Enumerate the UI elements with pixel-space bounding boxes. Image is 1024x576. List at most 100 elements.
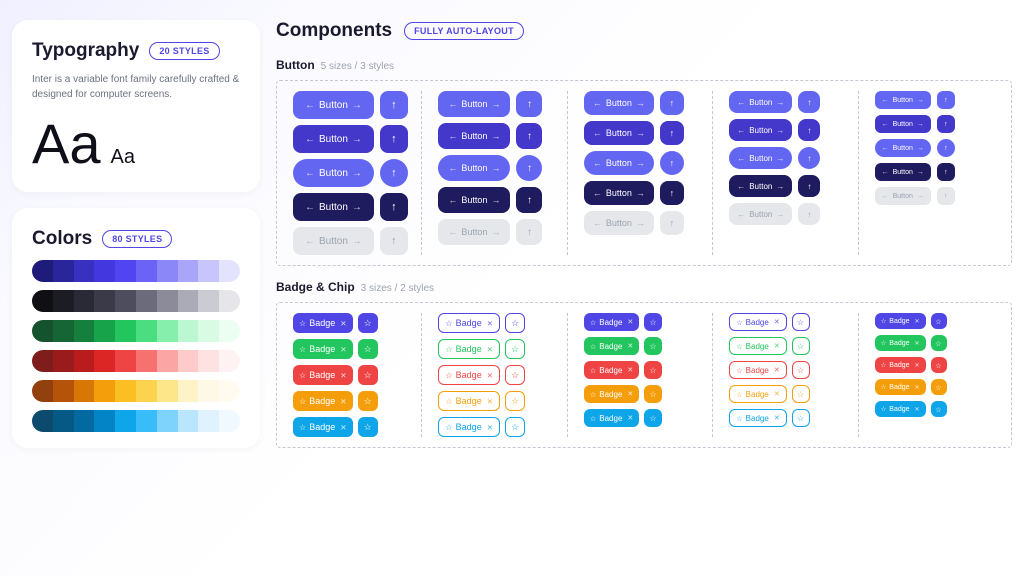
- button-sample[interactable]: ←Button→: [438, 123, 510, 149]
- swatch[interactable]: [157, 350, 178, 372]
- icon-button[interactable]: ↑: [937, 115, 955, 133]
- close-icon[interactable]: ✕: [340, 371, 346, 380]
- badge-chip[interactable]: ☆Badge✕: [729, 409, 786, 427]
- badge-icon[interactable]: ☆: [931, 357, 947, 373]
- button-sample[interactable]: ←Button→: [293, 193, 374, 221]
- badge-icon[interactable]: ☆: [792, 409, 810, 427]
- swatch[interactable]: [157, 410, 178, 432]
- icon-button[interactable]: ↑: [380, 159, 408, 187]
- badge-icon[interactable]: ☆: [644, 337, 662, 355]
- badge-chip[interactable]: ☆Badge✕: [438, 391, 500, 411]
- swatch[interactable]: [136, 410, 157, 432]
- button-sample[interactable]: ←Button→: [438, 91, 510, 117]
- badge-icon[interactable]: ☆: [792, 337, 810, 355]
- badge-icon[interactable]: ☆: [505, 339, 525, 359]
- icon-button[interactable]: ↑: [380, 227, 408, 255]
- button-sample[interactable]: ←Button→: [438, 219, 510, 245]
- badge-icon[interactable]: ☆: [505, 417, 525, 437]
- swatch[interactable]: [219, 380, 240, 402]
- icon-button[interactable]: ↑: [516, 123, 542, 149]
- badge-icon[interactable]: ☆: [358, 313, 378, 333]
- button-sample[interactable]: ←Button→: [729, 91, 792, 113]
- swatch[interactable]: [198, 320, 219, 342]
- close-icon[interactable]: ✕: [487, 423, 493, 432]
- badge-chip[interactable]: ☆Badge✕: [729, 361, 786, 379]
- swatch[interactable]: [32, 410, 53, 432]
- badge-chip[interactable]: ☆Badge✕: [438, 339, 500, 359]
- swatch[interactable]: [53, 410, 74, 432]
- button-sample[interactable]: ←Button→: [729, 203, 792, 225]
- button-sample[interactable]: ←Button→: [875, 91, 931, 109]
- swatch[interactable]: [136, 290, 157, 312]
- close-icon[interactable]: ✕: [774, 390, 780, 398]
- badge-icon[interactable]: ☆: [931, 335, 947, 351]
- badge-chip[interactable]: ☆Badge✕: [729, 337, 786, 355]
- badge-chip[interactable]: ☆Badge✕: [875, 401, 926, 417]
- swatch[interactable]: [94, 410, 115, 432]
- badge-icon[interactable]: ☆: [358, 365, 378, 385]
- button-sample[interactable]: ←Button→: [584, 91, 654, 115]
- swatch[interactable]: [219, 410, 240, 432]
- swatch[interactable]: [157, 260, 178, 282]
- icon-button[interactable]: ↑: [516, 91, 542, 117]
- swatch[interactable]: [178, 320, 199, 342]
- swatch[interactable]: [94, 320, 115, 342]
- icon-button[interactable]: ↑: [516, 155, 542, 181]
- badge-chip[interactable]: ☆Badge✕: [438, 365, 500, 385]
- swatch[interactable]: [136, 350, 157, 372]
- badge-icon[interactable]: ☆: [792, 361, 810, 379]
- button-sample[interactable]: ←Button→: [875, 139, 931, 157]
- close-icon[interactable]: ✕: [487, 319, 493, 328]
- button-sample[interactable]: ←Button→: [438, 187, 510, 213]
- button-sample[interactable]: ←Button→: [293, 159, 374, 187]
- icon-button[interactable]: ↑: [798, 203, 820, 225]
- swatch[interactable]: [53, 290, 74, 312]
- swatch[interactable]: [32, 260, 53, 282]
- badge-chip[interactable]: ☆Badge✕: [438, 417, 500, 437]
- swatch[interactable]: [136, 380, 157, 402]
- close-icon[interactable]: ✕: [774, 318, 780, 326]
- badge-icon[interactable]: ☆: [358, 391, 378, 411]
- icon-button[interactable]: ↑: [660, 181, 684, 205]
- badge-icon[interactable]: ☆: [358, 339, 378, 359]
- swatch[interactable]: [32, 380, 53, 402]
- swatch[interactable]: [74, 350, 95, 372]
- swatch[interactable]: [178, 380, 199, 402]
- badge-chip[interactable]: ☆Badge✕: [729, 313, 786, 331]
- swatch[interactable]: [115, 410, 136, 432]
- button-sample[interactable]: ←Button→: [293, 125, 374, 153]
- swatch[interactable]: [94, 260, 115, 282]
- button-sample[interactable]: ←Button→: [875, 115, 931, 133]
- badge-chip[interactable]: ☆Badge✕: [293, 313, 353, 333]
- swatch[interactable]: [32, 290, 53, 312]
- icon-button[interactable]: ↑: [660, 151, 684, 175]
- close-icon[interactable]: ✕: [774, 366, 780, 374]
- swatch[interactable]: [115, 290, 136, 312]
- badge-chip[interactable]: ☆Badge✕: [584, 409, 639, 427]
- icon-button[interactable]: ↑: [937, 139, 955, 157]
- swatch[interactable]: [74, 290, 95, 312]
- swatch[interactable]: [198, 350, 219, 372]
- swatch[interactable]: [74, 320, 95, 342]
- swatch[interactable]: [136, 320, 157, 342]
- button-sample[interactable]: ←Button→: [729, 175, 792, 197]
- icon-button[interactable]: ↑: [660, 91, 684, 115]
- button-sample[interactable]: ←Button→: [875, 163, 931, 181]
- badge-chip[interactable]: ☆Badge✕: [875, 357, 926, 373]
- swatch[interactable]: [198, 380, 219, 402]
- swatch[interactable]: [94, 290, 115, 312]
- icon-button[interactable]: ↑: [937, 91, 955, 109]
- close-icon[interactable]: ✕: [340, 397, 346, 406]
- close-icon[interactable]: ✕: [915, 318, 920, 325]
- swatch[interactable]: [74, 260, 95, 282]
- close-icon[interactable]: ✕: [627, 342, 633, 350]
- swatch[interactable]: [178, 410, 199, 432]
- close-icon[interactable]: ✕: [915, 340, 920, 347]
- swatch[interactable]: [74, 380, 95, 402]
- swatch[interactable]: [157, 290, 178, 312]
- swatch[interactable]: [198, 410, 219, 432]
- close-icon[interactable]: ✕: [915, 406, 920, 413]
- swatch[interactable]: [53, 380, 74, 402]
- button-sample[interactable]: ←Button→: [584, 121, 654, 145]
- swatch[interactable]: [157, 380, 178, 402]
